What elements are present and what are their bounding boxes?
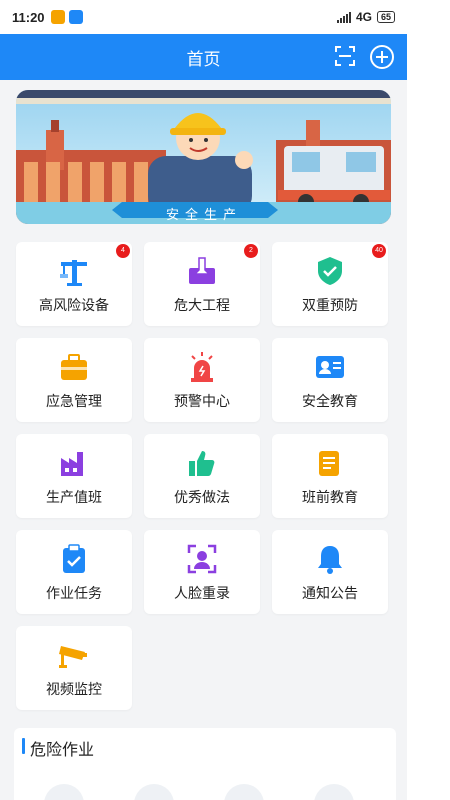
tile-label: 应急管理 xyxy=(46,393,102,409)
page-title: 首页 xyxy=(186,49,221,69)
phone-screen: 11:20 4G 65 首页 安全生产 高风险设备 4 危大工程 2 双重预防 … xyxy=(0,0,407,800)
thumbs-up-icon xyxy=(184,445,220,481)
tile-label: 作业任务 xyxy=(46,585,102,601)
status-bar: 11:20 4G 65 xyxy=(0,0,407,34)
status-time: 11:20 xyxy=(12,9,45,25)
network-type: 4G xyxy=(355,10,372,24)
tile-shovel[interactable]: 危大工程 2 xyxy=(144,242,260,326)
battery-level: 65 xyxy=(380,12,391,22)
factory-icon xyxy=(56,445,92,481)
app-notification-icon xyxy=(68,10,83,24)
notification-icon xyxy=(50,10,65,24)
tile-label: 安全教育 xyxy=(302,393,358,409)
tile-face-scan[interactable]: 人脸重录 xyxy=(144,530,260,614)
dangerous-work-section: 危险作业 xyxy=(14,728,396,800)
tile-label: 双重预防 xyxy=(302,297,358,313)
shovel-icon xyxy=(184,253,220,289)
tower-crane-icon xyxy=(56,253,92,289)
banner[interactable]: 安全生产 xyxy=(16,90,391,224)
tile-label: 通知公告 xyxy=(302,585,358,601)
tile-alarm-light[interactable]: 预警中心 xyxy=(144,338,260,422)
tile-label: 高风险设备 xyxy=(39,297,109,313)
tile-cctv-camera[interactable]: 视频监控 xyxy=(16,626,132,710)
tile-label: 危大工程 xyxy=(174,297,230,313)
tile-label: 视频监控 xyxy=(46,681,102,697)
shield-check-icon xyxy=(312,253,348,289)
status-right: 4G 65 xyxy=(336,10,395,24)
id-card-icon xyxy=(312,349,348,385)
face-scan-icon xyxy=(184,541,220,577)
tile-tower-crane[interactable]: 高风险设备 4 xyxy=(16,242,132,326)
count-badge: 4 xyxy=(116,244,130,258)
tile-clipboard-check[interactable]: 作业任务 xyxy=(16,530,132,614)
add-icon[interactable] xyxy=(369,44,395,70)
tile-thumbs-up[interactable]: 优秀做法 xyxy=(144,434,260,518)
tile-bell[interactable]: 通知公告 xyxy=(272,530,388,614)
tile-shield-check[interactable]: 双重预防 40 xyxy=(272,242,388,326)
signal-icon xyxy=(336,11,351,23)
tile-notepad[interactable]: 班前教育 xyxy=(272,434,388,518)
clipboard-check-icon xyxy=(56,541,92,577)
count-badge: 2 xyxy=(244,244,258,258)
app-header: 首页 xyxy=(0,34,407,80)
toolbox-icon xyxy=(56,349,92,385)
tile-label: 班前教育 xyxy=(302,489,358,505)
tile-factory[interactable]: 生产值班 xyxy=(16,434,132,518)
section-accent xyxy=(22,738,25,754)
count-badge: 40 xyxy=(372,244,386,258)
function-grid: 高风险设备 4 危大工程 2 双重预防 40 应急管理 预警中心 安全教育生产值班 优秀做法 班前教… xyxy=(16,242,391,710)
tile-label: 人脸重录 xyxy=(174,585,230,601)
bell-icon xyxy=(312,541,348,577)
battery-icon: 65 xyxy=(376,11,395,23)
section-title: 危险作业 xyxy=(30,742,95,759)
cctv-camera-icon xyxy=(56,637,92,673)
notepad-icon xyxy=(312,445,348,481)
alarm-light-icon xyxy=(184,349,220,385)
tile-id-card[interactable]: 安全教育 xyxy=(272,338,388,422)
tile-label: 生产值班 xyxy=(46,489,102,505)
tile-label: 优秀做法 xyxy=(174,489,230,505)
scan-icon[interactable] xyxy=(333,44,357,70)
section-items xyxy=(44,784,354,800)
tile-toolbox[interactable]: 应急管理 xyxy=(16,338,132,422)
banner-caption: 安全生产 xyxy=(165,207,242,222)
tile-label: 预警中心 xyxy=(174,393,230,409)
